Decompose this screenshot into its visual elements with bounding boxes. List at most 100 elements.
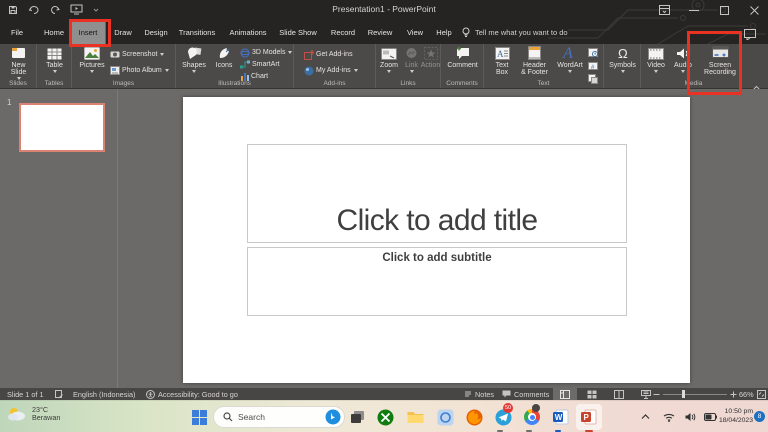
tab-record[interactable]: Record [323, 20, 363, 44]
action-button[interactable]: Action [421, 46, 440, 69]
normal-view-button[interactable] [553, 388, 577, 400]
dropdown-caret [52, 70, 57, 74]
zoom-in-button[interactable] [730, 388, 737, 400]
search-box[interactable]: Search [213, 406, 345, 428]
group-comments: Comment Comments [441, 44, 484, 88]
tray-chevron-icon[interactable] [634, 406, 656, 428]
notification-badge[interactable]: 8 [754, 411, 765, 422]
zoom-slider-track[interactable] [663, 393, 727, 395]
slide-thumbnail[interactable] [19, 103, 105, 152]
link-icon [404, 46, 419, 60]
tab-view[interactable]: View [399, 20, 431, 44]
date-time-button[interactable] [587, 46, 598, 57]
task-view-button[interactable] [346, 406, 368, 428]
text-box-button[interactable]: A Text Box [491, 46, 513, 76]
shapes-button[interactable]: Shapes [179, 46, 209, 74]
3d-models-button[interactable]: 3D Models [240, 47, 293, 58]
svg-text:Ω: Ω [618, 46, 628, 60]
tab-slide-show[interactable]: Slide Show [271, 20, 325, 44]
comment-button[interactable]: Comment [447, 46, 478, 69]
firefox-icon[interactable] [463, 406, 485, 428]
group-images: Pictures Screenshot Photo Album Images [72, 44, 176, 88]
word-icon[interactable]: W [550, 406, 572, 428]
my-addins-icon [304, 66, 314, 75]
telegram-icon[interactable]: 50 [492, 403, 514, 428]
bing-icon [325, 409, 341, 425]
volume-icon[interactable] [679, 406, 701, 428]
link-button[interactable]: Link [403, 46, 420, 74]
clock[interactable]: 10:50 pm 18/04/2023 [719, 407, 753, 425]
table-button[interactable]: Table [40, 46, 69, 74]
get-addins-button[interactable]: Get Add-ins [304, 49, 353, 60]
tab-design[interactable]: Design [136, 20, 175, 44]
wordart-button[interactable]: A WordArt [554, 45, 586, 74]
ribbon-display-options-icon[interactable] [650, 0, 678, 20]
tab-animations[interactable]: Animations [221, 20, 274, 44]
zoom-button[interactable]: Zoom [377, 46, 401, 74]
slide-canvas[interactable]: Click to add title Click to add subtitle [183, 97, 690, 383]
tab-help[interactable]: Help [428, 20, 459, 44]
spell-check-icon[interactable] [55, 388, 63, 400]
tab-review[interactable]: Review [360, 20, 401, 44]
new-slide-button[interactable]: New Slide [3, 46, 34, 81]
settings-app-icon[interactable] [434, 406, 456, 428]
comments-toggle[interactable]: Comments [502, 388, 549, 400]
language-indicator[interactable]: English (Indonesia) [73, 388, 135, 400]
dropdown-caret [192, 70, 196, 74]
accessibility-status[interactable]: Accessibility: Good to go [158, 388, 238, 400]
lightbulb-icon [462, 27, 470, 37]
tab-file[interactable]: File [3, 20, 31, 44]
subtitle-placeholder[interactable]: Click to add subtitle [247, 247, 627, 316]
symbols-button[interactable]: Ω Symbols [607, 46, 638, 74]
dropdown-caret [654, 70, 658, 74]
group-tables: Table Tables [37, 44, 72, 88]
zoom-out-button[interactable] [653, 388, 660, 400]
slide-sorter-view-button[interactable] [580, 388, 604, 400]
battery-icon[interactable] [699, 406, 721, 428]
zoom-level[interactable]: 66% [739, 388, 754, 400]
icons-button[interactable]: Icons [212, 46, 236, 69]
start-button[interactable] [188, 406, 210, 428]
symbols-icon: Ω [615, 46, 631, 60]
title-placeholder[interactable]: Click to add title [247, 144, 627, 243]
ribbon: New Slide Slides Table Tables Pictures S… [0, 44, 768, 91]
maximize-button[interactable] [710, 0, 738, 20]
zoom-icon [381, 46, 397, 60]
my-addins-button[interactable]: My Add-ins [304, 65, 358, 76]
header-footer-button[interactable]: Header & Footer [517, 46, 552, 76]
editor-area: 1 Click to add title Click to add subtit… [0, 89, 768, 388]
tell-me-box[interactable]: Tell me what you want to do [462, 20, 568, 44]
file-explorer-icon[interactable] [404, 406, 426, 428]
table-icon [47, 46, 62, 60]
group-text: A Text Box Header & Footer A WordArt # T… [484, 44, 604, 88]
comment-icon [455, 46, 471, 60]
tab-draw[interactable]: Draw [106, 20, 140, 44]
tab-transitions[interactable]: Transitions [171, 20, 223, 44]
screenshot-button[interactable]: Screenshot [110, 49, 165, 60]
slide-number-button[interactable]: # [587, 60, 598, 71]
svg-text:P: P [584, 413, 590, 422]
wifi-icon[interactable] [658, 406, 680, 428]
weather-widget[interactable]: 23°C Berawan [6, 405, 60, 423]
photo-album-button[interactable]: Photo Album [110, 65, 169, 76]
notes-toggle[interactable]: Notes [464, 388, 494, 400]
reading-view-button[interactable] [607, 388, 631, 400]
tab-home[interactable]: Home [36, 20, 72, 44]
smartart-button[interactable]: SmartArt [240, 59, 280, 70]
powerpoint-taskbar-active[interactable]: P [576, 404, 602, 430]
xbox-icon[interactable] [374, 406, 396, 428]
close-button[interactable] [740, 0, 768, 20]
svg-text:W: W [555, 413, 563, 422]
group-illustrations: Shapes Icons 3D Models SmartArt Chart Il… [176, 44, 294, 88]
video-button[interactable]: Video [643, 46, 669, 74]
pictures-button[interactable]: Pictures [78, 46, 106, 74]
fit-slide-icon[interactable] [757, 388, 766, 400]
text-box-icon: A [494, 46, 510, 60]
minimize-button[interactable] [680, 0, 708, 20]
powerpoint-icon: P [581, 409, 597, 425]
feedback-icon[interactable] [744, 27, 756, 45]
group-label-text: Text [537, 80, 550, 87]
zoom-slider-thumb[interactable] [682, 390, 685, 398]
panel-divider[interactable] [117, 89, 118, 388]
chrome-icon[interactable] [521, 404, 543, 428]
